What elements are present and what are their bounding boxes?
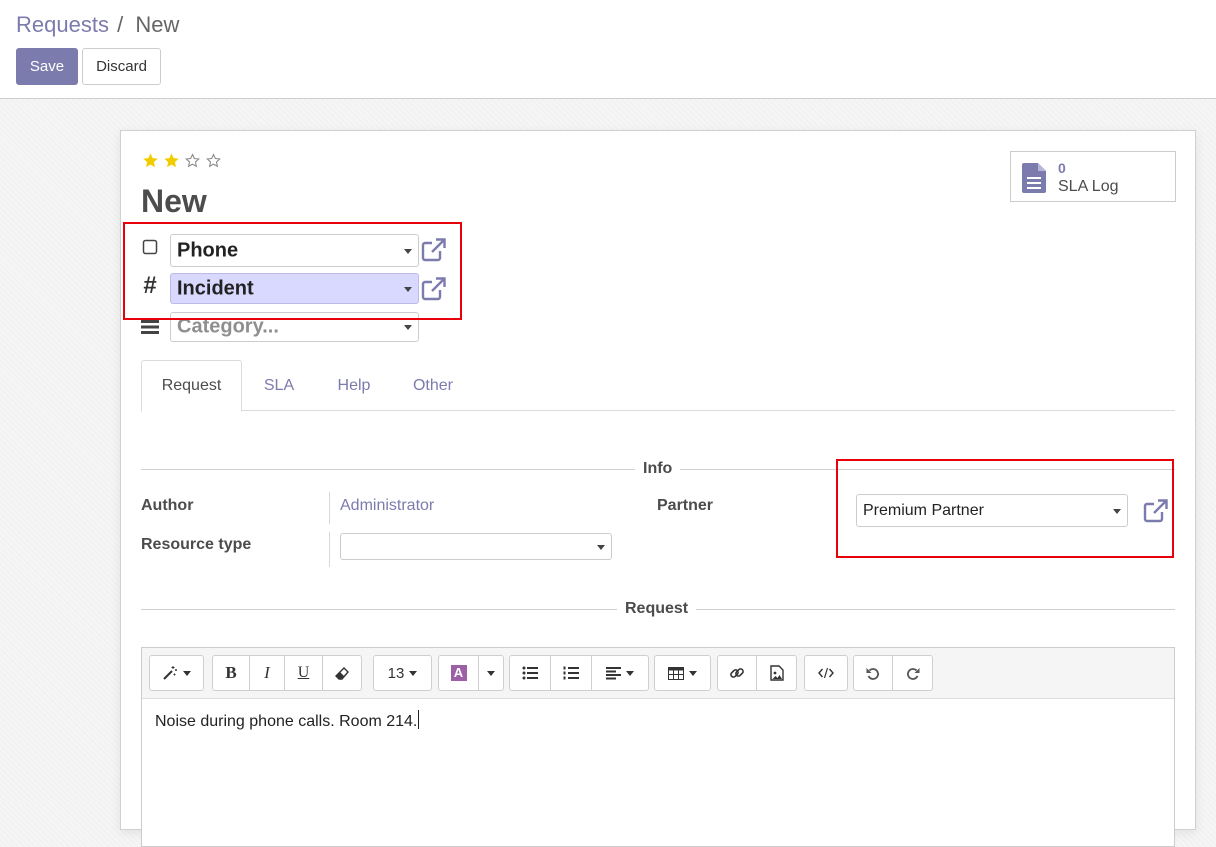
breadcrumb-requests-link[interactable]: Requests: [16, 12, 109, 37]
star-icon-empty[interactable]: [205, 152, 222, 169]
eraser-icon: [335, 667, 349, 680]
table-dropdown-button[interactable]: [655, 656, 710, 690]
priority-stars[interactable]: [142, 152, 222, 169]
unordered-list-button[interactable]: [510, 656, 551, 690]
link-icon: [730, 668, 744, 678]
sla-log-count: 0: [1058, 160, 1066, 176]
record-title: New: [141, 183, 207, 219]
clear-format-button[interactable]: [323, 656, 361, 690]
align-dropdown-button[interactable]: [592, 656, 648, 690]
chevron-down-icon: [404, 325, 412, 330]
breadcrumb-separator: /: [117, 12, 124, 37]
magic-wand-icon: [163, 666, 177, 680]
bars-icon: [140, 317, 160, 337]
code-icon: [818, 667, 834, 679]
italic-button[interactable]: I: [250, 656, 285, 690]
table-group: [654, 655, 711, 691]
request-editor[interactable]: B I U 13 A Noise during phone calls. Roo…: [141, 647, 1175, 847]
text-cursor: [418, 710, 420, 729]
undo-icon: [866, 668, 879, 680]
author-label: Author: [141, 497, 194, 514]
tab-request[interactable]: Request: [141, 360, 242, 412]
tab-help[interactable]: Help: [325, 360, 383, 411]
paragraph-group: [509, 655, 649, 691]
chevron-down-icon: [487, 670, 495, 676]
code-view-button[interactable]: [805, 656, 847, 690]
highlight-box-partner: [836, 459, 1174, 558]
history-group: [853, 655, 933, 691]
breadcrumb-current: New: [135, 12, 180, 37]
underline-button[interactable]: U: [285, 656, 323, 690]
discard-button[interactable]: Discard: [82, 48, 161, 85]
insert-group: [717, 655, 797, 691]
code-view-group: [804, 655, 848, 691]
resource-type-select[interactable]: [340, 533, 612, 560]
editor-content[interactable]: Noise during phone calls. Room 214.: [155, 710, 420, 731]
document-icon: [1022, 163, 1046, 193]
save-button[interactable]: Save: [16, 48, 78, 85]
link-button[interactable]: [718, 656, 757, 690]
font-size-dropdown[interactable]: 13: [374, 656, 431, 690]
control-panel: Requests / New Save Discard: [0, 0, 1216, 99]
partner-label: Partner: [657, 497, 714, 514]
sla-log-button[interactable]: 0 SLA Log: [1010, 151, 1176, 202]
star-icon-filled[interactable]: [142, 152, 159, 169]
redo-icon: [906, 668, 919, 680]
tab-other[interactable]: Other: [403, 360, 463, 411]
chevron-down-icon: [597, 544, 605, 550]
ordered-list-button[interactable]: [551, 656, 592, 690]
editor-toolbar: B I U 13 A: [142, 648, 1174, 699]
list-ol-icon: [563, 666, 579, 680]
sla-log-label: SLA Log: [1058, 178, 1119, 195]
chevron-down-icon: [409, 670, 418, 676]
image-icon: [769, 665, 784, 681]
bold-button[interactable]: B: [213, 656, 250, 690]
text-color-button[interactable]: A: [439, 656, 479, 690]
style-dropdown-button[interactable]: [150, 656, 203, 690]
star-icon-empty[interactable]: [184, 152, 201, 169]
chevron-down-icon: [689, 670, 697, 676]
chevron-down-icon: [626, 670, 634, 676]
chevron-down-icon: [183, 670, 191, 676]
info-section-title: Info: [635, 460, 681, 478]
request-description-text: Noise during phone calls. Room 214.: [155, 713, 418, 730]
style-group: [149, 655, 204, 691]
font-format-group: B I U: [212, 655, 362, 691]
field-divider: [329, 532, 330, 567]
resource-type-label: Resource type: [141, 536, 252, 553]
request-section-title: Request: [617, 600, 697, 618]
highlight-box-channel-type: [123, 222, 462, 320]
tab-sla[interactable]: SLA: [251, 360, 307, 411]
undo-button[interactable]: [854, 656, 893, 690]
color-group: A: [438, 655, 504, 691]
notebook-tabs: Request SLA Help Other: [141, 360, 1175, 412]
image-button[interactable]: [757, 656, 796, 690]
form-sheet: New 0 SLA Log Phone # Incident Category.…: [120, 130, 1196, 847]
font-color-icon: A: [450, 665, 467, 681]
field-divider: [329, 492, 330, 524]
breadcrumb: Requests / New: [16, 12, 179, 38]
star-icon-filled[interactable]: [163, 152, 180, 169]
list-ul-icon: [522, 666, 538, 680]
align-left-icon: [606, 666, 621, 679]
author-value-link[interactable]: Administrator: [340, 497, 434, 515]
font-size-group: 13: [373, 655, 432, 691]
font-size-value: 13: [387, 664, 405, 682]
table-icon: [668, 666, 684, 680]
redo-button[interactable]: [893, 656, 932, 690]
color-dropdown-button[interactable]: [479, 656, 503, 690]
